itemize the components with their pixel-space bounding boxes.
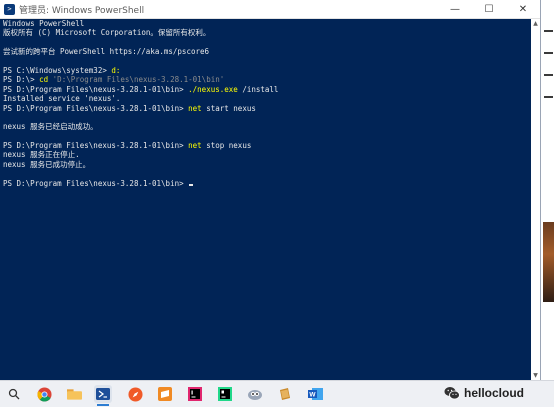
window-title: 管理员: Windows PowerShell: [19, 5, 145, 16]
background-image-fragment: [543, 222, 554, 302]
terminal-text: start nexus: [206, 103, 256, 113]
terminal-text: ./nexus.exe: [188, 84, 243, 94]
terminal-line: PS D:\Program Files\nexus-3.28.1-01\bin>: [3, 179, 529, 188]
terminal-text: nexus 服务正在停止.: [3, 150, 80, 160]
terminal-text: stop nexus: [206, 141, 252, 151]
title-bar[interactable]: > 管理员: Windows PowerShell — ☐ ✕: [0, 0, 540, 19]
terminal-text: 尝试新的跨平台 PowerShell https://aka.ms/pscore…: [3, 47, 210, 57]
watermark: hellocloud: [444, 382, 524, 404]
terminal-line: PS D:\Program Files\nexus-3.28.1-01\bin>…: [3, 85, 529, 94]
terminal-line: nexus 服务已成功停止。: [3, 160, 529, 169]
terminal-text: PS D:\Program Files\nexus-3.28.1-01\bin>: [3, 141, 189, 151]
intellij-idea-icon[interactable]: [186, 385, 204, 403]
close-button[interactable]: ✕: [506, 0, 540, 18]
terminal-text: nexus 服务已经启动成功。: [3, 122, 98, 132]
background-text-fragment: [544, 96, 553, 98]
caption-buttons: — ☐ ✕: [438, 0, 540, 18]
powershell-icon[interactable]: [94, 385, 112, 406]
terminal-text: d:: [111, 65, 121, 75]
file-explorer-icon[interactable]: [65, 385, 83, 403]
maximize-button[interactable]: ☐: [472, 0, 506, 18]
terminal-text: PS D:\Program Files\nexus-3.28.1-01\bin>: [3, 103, 189, 113]
sublime-text-icon[interactable]: [156, 385, 174, 403]
terminal-line: Windows PowerShell: [3, 19, 529, 28]
terminal-line: PS D:\> cd 'D:\Program Files\nexus-3.28.…: [3, 75, 529, 84]
scroll-down-arrow-icon[interactable]: ▼: [531, 371, 540, 380]
terminal-line: 尝试新的跨平台 PowerShell https://aka.ms/pscore…: [3, 47, 529, 56]
word-icon[interactable]: W: [306, 385, 324, 403]
terminal-text: Installed service 'nexus'.: [3, 94, 121, 104]
chrome-icon[interactable]: [35, 385, 53, 403]
search-icon[interactable]: [5, 385, 23, 403]
navicat-icon[interactable]: [246, 385, 264, 403]
terminal-line: nexus 服务已经启动成功。: [3, 122, 529, 131]
terminal-text: PS D:\Program Files\nexus-3.28.1-01\bin>: [3, 84, 189, 94]
scroll-up-arrow-icon[interactable]: ▲: [531, 19, 540, 28]
terminal-line: Installed service 'nexus'.: [3, 94, 529, 103]
background-text-fragment: [544, 52, 553, 54]
text-cursor: [189, 183, 194, 186]
terminal-text: Windows PowerShell: [3, 19, 85, 28]
minimize-button[interactable]: —: [438, 0, 472, 18]
terminal-line: PS C:\Windows\system32> d:: [3, 66, 529, 75]
safari-icon[interactable]: [126, 385, 144, 403]
terminal-line: PS D:\Program Files\nexus-3.28.1-01\bin>…: [3, 141, 529, 150]
terminal-text: 'D:\Program Files\nexus-3.28.1-01\bin': [52, 75, 225, 85]
wechat-icon: [444, 387, 460, 400]
terminal-text: net: [188, 141, 207, 151]
background-text-fragment: [544, 30, 553, 32]
terminal-text: net: [188, 103, 207, 113]
terminal-text: 版权所有 (C) Microsoft Corporation。保留所有权利。: [3, 28, 211, 38]
powershell-window: > 管理员: Windows PowerShell — ☐ ✕ Windows …: [0, 0, 540, 380]
terminal-output[interactable]: Windows PowerShell 版权所有 (C) Microsoft Cor…: [3, 19, 529, 379]
terminal-line: PS D:\Program Files\nexus-3.28.1-01\bin>…: [3, 104, 529, 113]
vertical-scrollbar[interactable]: ▲ ▼: [531, 19, 540, 380]
svg-text:W: W: [309, 392, 316, 399]
notebook-icon[interactable]: [276, 385, 294, 403]
terminal-text: cd: [39, 75, 53, 85]
terminal-text: PS D:\Program Files\nexus-3.28.1-01\bin>: [3, 178, 189, 188]
terminal-text: /install: [242, 84, 279, 94]
terminal-text: PS D:\>: [3, 75, 40, 85]
watermark-text: hellocloud: [464, 386, 524, 400]
terminal-line: nexus 服务正在停止.: [3, 150, 529, 159]
terminal-text: PS C:\Windows\system32>: [3, 65, 112, 75]
terminal-text: nexus 服务已成功停止。: [3, 159, 91, 169]
powershell-icon: >: [4, 3, 15, 15]
pycharm-icon[interactable]: [216, 385, 234, 403]
background-text-fragment: [544, 74, 553, 76]
terminal-line: 版权所有 (C) Microsoft Corporation。保留所有权利。: [3, 28, 529, 37]
background-window-edge: [541, 0, 554, 380]
